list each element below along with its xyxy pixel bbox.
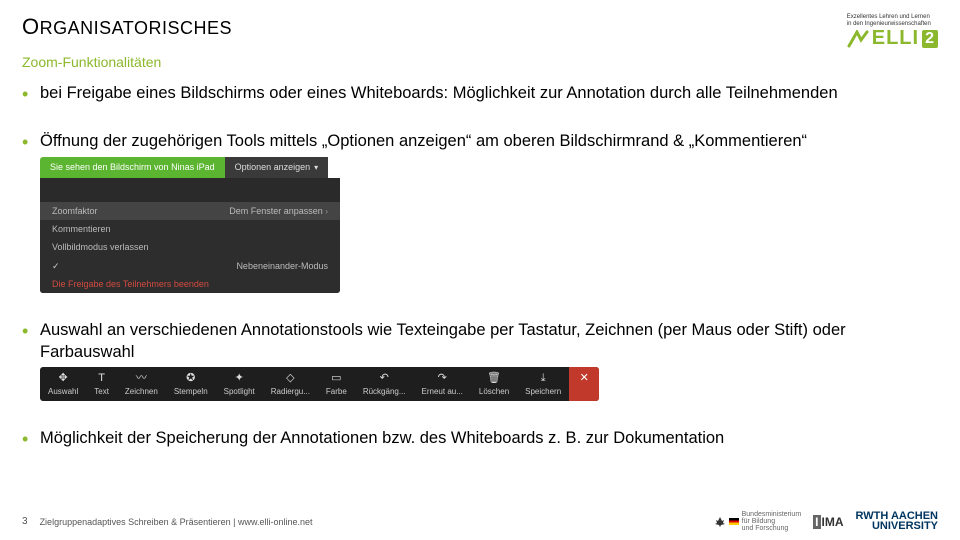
tool-stamp-label: Stempeln bbox=[174, 387, 208, 398]
menu-comment[interactable]: Kommentieren bbox=[40, 220, 340, 238]
menu-sidebyside[interactable]: ✓ Nebeneinander-Modus bbox=[40, 257, 340, 275]
zoom-menu-widget: Sie sehen den Bildschirm von Ninas iPad … bbox=[40, 157, 340, 293]
tool-select[interactable]: ✥ Auswahl bbox=[40, 367, 86, 401]
elli-num: 2 bbox=[922, 30, 938, 48]
bullet-4-text: Möglichkeit der Speicherung der Annotati… bbox=[40, 429, 724, 447]
undo-icon: ↶ bbox=[377, 371, 391, 385]
tool-redo-label: Erneut au... bbox=[422, 387, 463, 398]
chevron-down-icon: ▾ bbox=[314, 163, 318, 172]
tool-save[interactable]: ⤓ Speichern bbox=[517, 367, 569, 401]
stamp-icon: ✪ bbox=[184, 371, 198, 385]
eagle-icon bbox=[714, 516, 726, 528]
color-icon: ▭ bbox=[329, 371, 343, 385]
tool-undo-label: Rückgäng... bbox=[363, 387, 406, 398]
tool-undo[interactable]: ↶ Rückgäng... bbox=[355, 367, 414, 401]
bullet-2-text: Öffnung der zugehörigen Tools mittels „O… bbox=[40, 132, 807, 150]
tool-text[interactable]: T Text bbox=[86, 367, 117, 401]
tool-select-label: Auswahl bbox=[48, 387, 78, 398]
rwth-logo: RWTH AACHEN UNIVERSITY bbox=[856, 512, 939, 532]
save-icon: ⤓ bbox=[536, 371, 550, 385]
menu-zoom-label: Zoomfaktor bbox=[52, 205, 98, 217]
annotation-toolbar: ✥ Auswahl T Text 〰 Zeichnen ✪ Stempeln ✦ Spot… bbox=[40, 367, 599, 401]
zoom-share-banner: Sie sehen den Bildschirm von Ninas iPad bbox=[40, 157, 225, 178]
ima-box: I bbox=[813, 515, 820, 529]
bullet-3-text: Auswahl an verschiedenen Annotationstool… bbox=[40, 321, 846, 361]
select-icon: ✥ bbox=[56, 371, 70, 385]
bullet-list: bei Freigabe eines Bildschirms oder eine… bbox=[0, 82, 960, 449]
tool-delete[interactable]: 🗑 Löschen bbox=[471, 367, 517, 401]
tool-redo[interactable]: ↷ Erneut au... bbox=[414, 367, 471, 401]
tool-draw-label: Zeichnen bbox=[125, 387, 158, 398]
page-title: ORGANISATORISCHES bbox=[22, 14, 232, 40]
draw-icon: 〰 bbox=[134, 371, 148, 385]
menu-comment-label: Kommentieren bbox=[52, 223, 111, 235]
flag-icon bbox=[729, 518, 739, 525]
chevron-right-icon: › bbox=[325, 207, 328, 216]
menu-end-share[interactable]: Die Freigabe des Teilnehmers beenden bbox=[40, 275, 340, 293]
elli-icon bbox=[847, 30, 869, 48]
ima-logo: IIMAIMA bbox=[813, 515, 843, 529]
elli-subtitle: Exzellentes Lehren und Lernen in den Ing… bbox=[847, 14, 938, 27]
bullet-4: Möglichkeit der Speicherung der Annotati… bbox=[22, 427, 938, 449]
elli-logo: Exzellentes Lehren und Lernen in den Ing… bbox=[847, 14, 938, 50]
menu-zoom[interactable]: Zoomfaktor Dem Fenster anpassen › bbox=[40, 202, 340, 221]
trash-icon: 🗑 bbox=[487, 371, 501, 385]
subheading: Zoom-Funktionalitäten bbox=[0, 50, 960, 82]
menu-end-label: Die Freigabe des Teilnehmers beenden bbox=[52, 278, 209, 290]
title-cap: O bbox=[22, 14, 40, 39]
spotlight-icon: ✦ bbox=[232, 371, 246, 385]
tool-close[interactable]: ✕ bbox=[569, 367, 599, 401]
check-icon: ✓ bbox=[52, 260, 60, 272]
page-number: 3 bbox=[22, 516, 28, 527]
tool-eraser[interactable]: ◇ Radiergu... bbox=[263, 367, 318, 401]
footer: 3 Zielgruppenadaptives Schreiben & Präse… bbox=[0, 511, 960, 532]
tool-color-label: Farbe bbox=[326, 387, 347, 398]
bmbf-logo: Bundesministerium für Bildung und Forsch… bbox=[714, 511, 802, 532]
tool-stamp[interactable]: ✪ Stempeln bbox=[166, 367, 216, 401]
text-icon: T bbox=[95, 371, 109, 385]
redo-icon: ↷ bbox=[435, 371, 449, 385]
bullet-3: Auswahl an verschiedenen Annotationstool… bbox=[22, 319, 938, 401]
menu-fit-label: Dem Fenster anpassen bbox=[229, 206, 323, 216]
tool-spotlight[interactable]: ✦ Spotlight bbox=[216, 367, 263, 401]
menu-fullscreen[interactable]: Vollbildmodus verlassen bbox=[40, 238, 340, 256]
tool-save-label: Speichern bbox=[525, 387, 561, 398]
title-rest: RGANISATORISCHES bbox=[40, 18, 232, 38]
zoom-options-button[interactable]: Optionen anzeigen▾ bbox=[225, 157, 329, 178]
tool-text-label: Text bbox=[94, 387, 109, 398]
close-icon: ✕ bbox=[577, 371, 591, 385]
tool-delete-label: Löschen bbox=[479, 387, 509, 398]
bmbf-text: Bundesministerium für Bildung und Forsch… bbox=[742, 511, 802, 532]
menu-side-label: Nebeneinander-Modus bbox=[236, 260, 328, 272]
tool-spotlight-label: Spotlight bbox=[224, 387, 255, 398]
elli-text: ELLI bbox=[872, 27, 919, 50]
eraser-icon: ◇ bbox=[283, 371, 297, 385]
tool-eraser-label: Radiergu... bbox=[271, 387, 310, 398]
bullet-1-text: bei Freigabe eines Bildschirms oder eine… bbox=[40, 84, 838, 102]
zoom-options-label: Optionen anzeigen bbox=[235, 162, 311, 172]
tool-color[interactable]: ▭ Farbe bbox=[318, 367, 355, 401]
bullet-2: Öffnung der zugehörigen Tools mittels „O… bbox=[22, 130, 938, 292]
bullet-1: bei Freigabe eines Bildschirms oder eine… bbox=[22, 82, 938, 104]
tool-draw[interactable]: 〰 Zeichnen bbox=[117, 367, 166, 401]
footer-text: Zielgruppenadaptives Schreiben & Präsent… bbox=[40, 517, 313, 527]
menu-full-label: Vollbildmodus verlassen bbox=[52, 241, 149, 253]
